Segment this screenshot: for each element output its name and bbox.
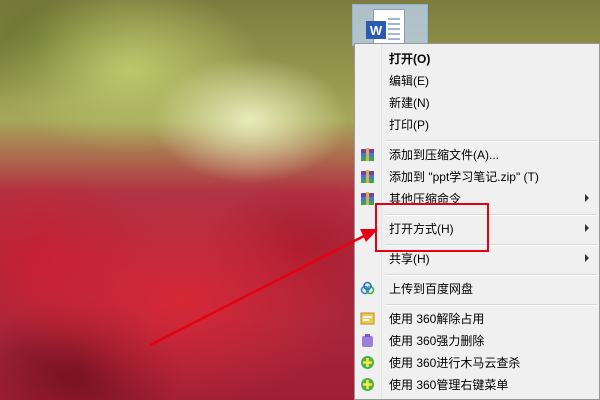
annotation-arrow [149,229,378,347]
